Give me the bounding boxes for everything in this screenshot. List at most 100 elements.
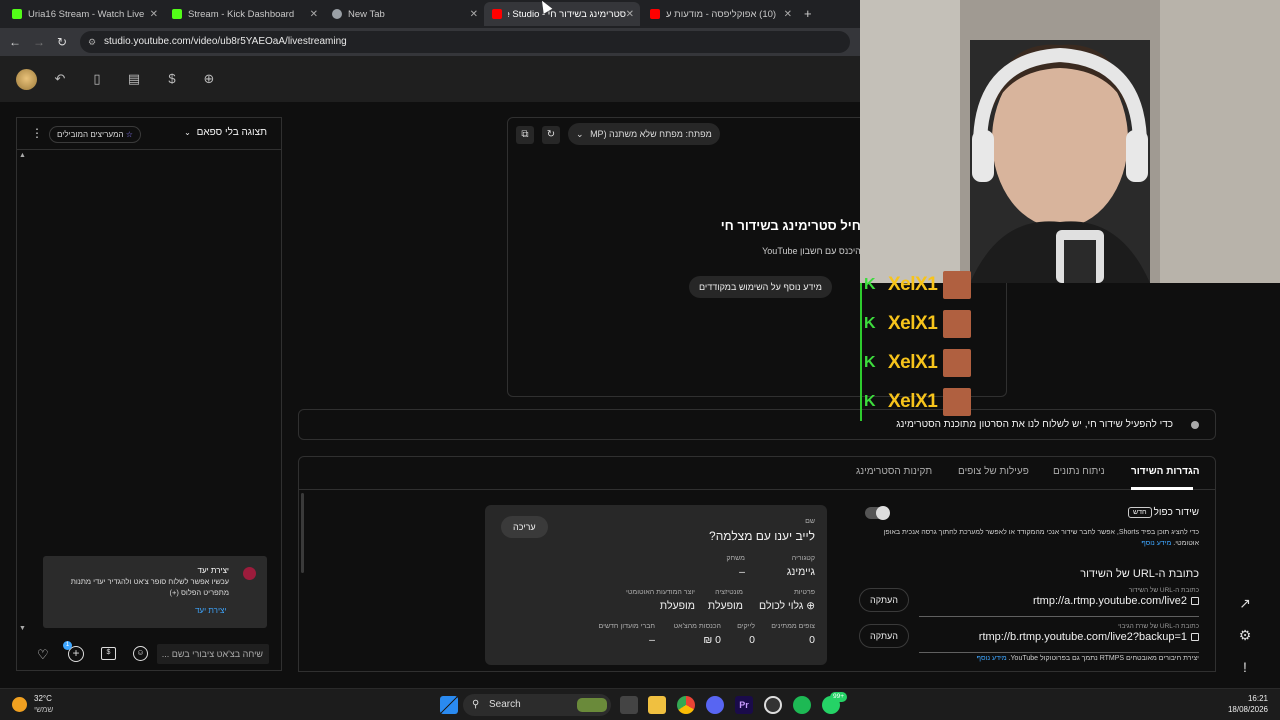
stream-details-card: עריכה שם לייב יענו עם מצלמה? קטגוריה גיי…	[485, 505, 827, 665]
kick-icon: K	[864, 315, 876, 332]
tab-analytics[interactable]: ניתוח נתונים	[1053, 466, 1105, 477]
goal-icon	[243, 567, 256, 580]
clapperboard-icon[interactable]: ▤	[125, 70, 143, 88]
monetization-icon[interactable]: $	[163, 70, 181, 88]
clock-date[interactable]: 18/08/2026	[1210, 705, 1268, 714]
feedback-icon[interactable]: !	[1236, 658, 1254, 676]
back-arrow-icon[interactable]: ←	[6, 33, 24, 51]
close-icon[interactable]: ✕	[626, 9, 634, 20]
tab-stream-health[interactable]: תקינות הסטרימינג	[856, 466, 932, 477]
close-icon[interactable]: ✕	[470, 9, 478, 20]
auto-ads-label: יוצר המודעות האוטומטי	[626, 589, 695, 596]
close-icon[interactable]: ✕	[150, 9, 158, 20]
tab-kick-dashboard[interactable]: Stream - Kick Dashboard ✕	[164, 2, 324, 26]
task-view-icon[interactable]	[620, 696, 638, 714]
privacy-text: גלוי לכולם	[759, 600, 804, 612]
lock-icon	[1191, 633, 1199, 641]
file-explorer-icon[interactable]	[648, 696, 666, 714]
copy-icon[interactable]: ⧉	[516, 126, 534, 144]
obs-icon[interactable]	[764, 696, 782, 714]
stream-url-title: כתובת ה-URL של השידור	[1080, 568, 1199, 580]
dual-stream-toggle[interactable]	[865, 506, 890, 520]
bookmark-icon[interactable]: ▯	[88, 70, 106, 88]
tab-viewer-activity[interactable]: פעילות של צופים	[958, 466, 1029, 477]
discord-icon[interactable]	[706, 696, 724, 714]
learn-more-link[interactable]: מידע נוסף	[1141, 540, 1171, 547]
new-tab-button[interactable]: +	[804, 6, 812, 21]
super-chat-icon[interactable]: $	[101, 647, 116, 660]
forward-arrow-icon[interactable]: →	[30, 33, 48, 51]
premiere-pro-icon[interactable]: Pr	[735, 696, 753, 714]
top-chatters-chip[interactable]: המעריצים המובילים ☆	[49, 126, 141, 143]
chat-revenue-value: 0 ₪	[703, 634, 721, 646]
scroll-down-icon[interactable]: ▼	[19, 625, 26, 632]
chat-header: המעריצים המובילים ☆ ⋮ תצוגה בלי ספאם ⌄	[17, 118, 281, 150]
chat-input[interactable]: שיחה בצ'אט ציבורי בשם ...	[157, 644, 269, 664]
stream-settings-panel: הגדרות השידור ניתוח נתונים פעילות של צופ…	[298, 456, 1216, 672]
settings-gear-icon[interactable]: ⚙	[1236, 626, 1254, 644]
backup-url-value: rtmp://b.rtmp.youtube.com/live2?backup=1	[978, 631, 1187, 643]
copy-primary-url-button[interactable]: העתקה	[859, 588, 909, 612]
heart-icon[interactable]: ♡	[37, 647, 49, 663]
kick-follower-row: K XelX1	[864, 348, 982, 378]
clock-time[interactable]: 16:21	[1210, 694, 1268, 703]
follower-avatar	[943, 349, 972, 377]
edit-button[interactable]: עריכה	[501, 516, 548, 538]
more-options-icon[interactable]: ⋮	[31, 126, 43, 140]
new-members-value: –	[649, 634, 655, 646]
stream-key-dropdown[interactable]: מפתח: מפתח שלא משתנה (MP ⌄	[568, 123, 720, 145]
kick-follower-row: K XelX1	[864, 309, 982, 339]
windows-taskbar: 32°C שמשי ⚲ Search Pr 99+ 16:21 18/08/20…	[0, 688, 1280, 720]
url-input[interactable]: ⚙ studio.youtube.com/video/ub8r5YAEOaA/l…	[80, 31, 850, 53]
tab-stream-settings[interactable]: הגדרות השידור	[1131, 466, 1200, 477]
emoji-icon[interactable]: ☺	[133, 646, 148, 661]
active-tab-indicator	[1131, 487, 1193, 490]
youtube-icon	[650, 9, 660, 19]
chat-revenue-label: הכנסות מהצ'אט	[673, 623, 721, 630]
status-dot-icon	[1191, 421, 1199, 429]
notification-badge: 1	[63, 641, 72, 650]
search-label: Search	[489, 699, 521, 710]
rtmps-text: יצירת חיבורים מאובטחים RTMPS נתמך גם בפר…	[1008, 655, 1199, 662]
taskbar-search[interactable]: ⚲ Search	[463, 694, 611, 716]
tab-title: Stream - Kick Dashboard	[188, 8, 295, 20]
close-icon[interactable]: ✕	[784, 9, 792, 20]
rtmps-learn-more-link[interactable]: מידע נוסף	[977, 655, 1007, 662]
reload-icon[interactable]: ↻	[53, 33, 71, 51]
search-highlight-icon	[577, 698, 607, 712]
likes-value: 0	[749, 634, 755, 646]
name-label: שם	[805, 518, 815, 525]
follower-name: XelX1	[888, 313, 938, 334]
create-goal-link[interactable]: יצירת יעד	[195, 606, 226, 615]
copy-backup-url-button[interactable]: העתקה	[859, 624, 909, 648]
share-icon[interactable]: ↶	[51, 70, 69, 88]
site-settings-icon[interactable]: ⚙	[88, 31, 96, 53]
search-icon: ⚲	[472, 699, 480, 710]
weather-sun-icon[interactable]	[12, 697, 27, 712]
tab-kick-stream[interactable]: Uria16 Stream - Watch Live on ✕	[4, 2, 164, 26]
windows-start-icon[interactable]	[440, 696, 458, 714]
tab-youtube-video[interactable]: (10) אפוקליפסה - מודעות ע ✕	[642, 2, 798, 26]
tab-title: Uria16 Stream - Watch Live on	[28, 8, 146, 20]
kick-icon	[12, 9, 22, 19]
dual-stream-description: כדי להציג תוכן בפיד Shorts, אפשר לחבר שי…	[859, 527, 1199, 549]
stream-name: לייב יענו עם מצלמה?	[709, 529, 815, 543]
spotify-icon[interactable]	[793, 696, 811, 714]
add-money-icon[interactable]: ⊕	[200, 70, 218, 88]
refresh-icon[interactable]: ↻	[542, 126, 560, 144]
open-external-icon[interactable]: ↗	[1236, 594, 1254, 612]
tab-youtube-studio[interactable]: סטרימינג בשידור חי - be Studio ✕	[484, 2, 640, 26]
chrome-icon[interactable]	[677, 696, 695, 714]
overlay-divider	[860, 283, 862, 421]
chevron-down-icon: ⌄	[576, 129, 584, 139]
more-info-button[interactable]: מידע נוסף על השימוש במקודדים	[689, 276, 832, 298]
chat-view-mode-dropdown[interactable]: תצוגה בלי ספאם ⌄	[184, 127, 267, 138]
kick-icon: K	[864, 354, 876, 371]
tab-new-tab[interactable]: New Tab ✕	[324, 2, 484, 26]
avatar[interactable]	[16, 69, 37, 90]
star-icon: ☆	[125, 130, 133, 139]
close-icon[interactable]: ✕	[310, 9, 318, 20]
privacy-label: פרטיות	[793, 589, 815, 596]
scroll-up-icon[interactable]: ▲	[19, 152, 26, 159]
scrollbar[interactable]	[301, 493, 304, 573]
